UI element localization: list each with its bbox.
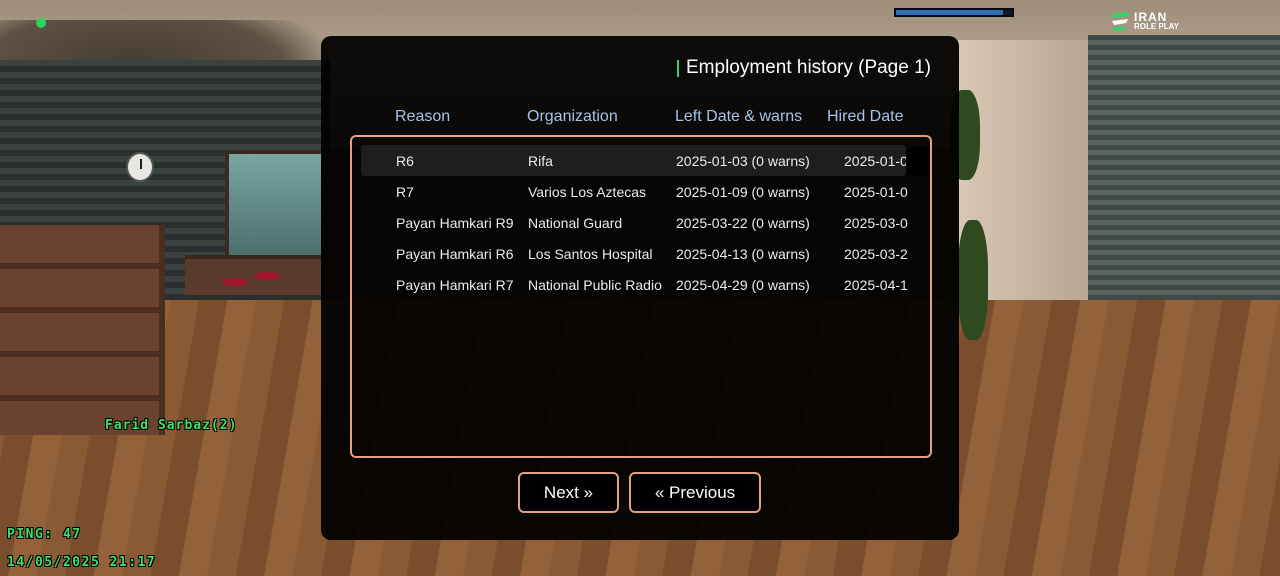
employment-history-dialog: Employment history (Page 1) Reason Organ… xyxy=(321,36,959,540)
cell-hired-date: 2025-03-0 xyxy=(844,215,908,231)
previous-page-button[interactable]: « Previous xyxy=(629,472,761,513)
iran-roleplay-logo-icon xyxy=(1112,12,1130,31)
cell-left-date: 2025-04-29 (0 warns) xyxy=(676,277,810,293)
column-headers: Reason Organization Left Date & warns Hi… xyxy=(321,108,959,130)
cell-reason: R7 xyxy=(396,184,414,200)
table-row[interactable]: R7 Varios Los Aztecas 2025-01-09 (0 warns)… xyxy=(361,176,908,207)
cell-hired-date: 2025-01-0 xyxy=(844,184,908,200)
player-nametag: Farid Sarbaz(2) xyxy=(105,418,238,433)
cell-organization: Varios Los Aztecas xyxy=(528,184,647,200)
cell-organization: National Guard xyxy=(528,215,623,231)
history-list[interactable]: R6 Rifa 2025-01-03 (0 warns) 2025-01-0 R7 Var… xyxy=(350,135,932,458)
green-dot-icon xyxy=(36,18,46,28)
ping-readout: PING: 47 xyxy=(7,527,82,542)
next-page-button[interactable]: Next » xyxy=(518,472,619,513)
cell-organization: Rifa xyxy=(528,153,553,169)
cell-hired-date: 2025-01-0 xyxy=(844,153,908,169)
wall-clock-icon xyxy=(126,152,154,182)
column-header-reason[interactable]: Reason xyxy=(395,108,450,126)
bar-stool xyxy=(222,278,248,286)
bookshelf xyxy=(0,225,165,435)
history-rows: R6 Rifa 2025-01-03 (0 warns) 2025-01-0 R7 Var… xyxy=(352,145,930,300)
brand-logo: IRAN ROLE PLAY xyxy=(1108,8,1198,34)
dialog-title: Employment history (Page 1) xyxy=(677,57,931,79)
list-scrollbar[interactable] xyxy=(906,143,930,453)
column-header-left-date[interactable]: Left Date & warns xyxy=(675,108,802,126)
status-bar xyxy=(894,8,1014,17)
dialog-title-text: Employment history (Page 1) xyxy=(686,57,931,78)
cell-left-date: 2025-03-22 (0 warns) xyxy=(676,215,810,231)
table-row[interactable]: Payan Hamkari R6 Los Santos Hospital 2025-… xyxy=(361,238,908,269)
cell-left-date: 2025-01-03 (0 warns) xyxy=(676,153,810,169)
cell-hired-date: 2025-03-2 xyxy=(844,246,908,262)
scrollbar-thumb[interactable] xyxy=(906,147,930,177)
brand-subtitle: ROLE PLAY xyxy=(1134,22,1180,31)
cell-left-date: 2025-01-09 (0 warns) xyxy=(676,184,810,200)
cell-hired-date: 2025-04-1 xyxy=(844,277,908,293)
column-header-hired-date[interactable]: Hired Date xyxy=(827,108,903,126)
cell-reason: Payan Hamkari R9 xyxy=(396,215,514,231)
cell-reason: R6 xyxy=(396,153,414,169)
bar-stool xyxy=(254,272,280,280)
datetime-readout: 14/05/2025 21:17 xyxy=(7,555,157,570)
table-row[interactable]: Payan Hamkari R9 National Guard 2025-03-22… xyxy=(361,207,908,238)
cell-reason: Payan Hamkari R7 xyxy=(396,277,514,293)
cell-organization: Los Santos Hospital xyxy=(528,246,653,262)
cell-organization: National Public Radio xyxy=(528,277,662,293)
table-row[interactable]: R6 Rifa 2025-01-03 (0 warns) 2025-01-0 xyxy=(361,145,908,176)
column-header-organization[interactable]: Organization xyxy=(527,108,618,126)
table-row[interactable]: Payan Hamkari R7 National Public Radio 202… xyxy=(361,269,908,300)
title-accent-bar xyxy=(677,59,679,77)
cell-reason: Payan Hamkari R6 xyxy=(396,246,514,262)
cell-left-date: 2025-04-13 (0 warns) xyxy=(676,246,810,262)
plant xyxy=(958,220,988,340)
status-bar-fill xyxy=(896,10,1003,15)
